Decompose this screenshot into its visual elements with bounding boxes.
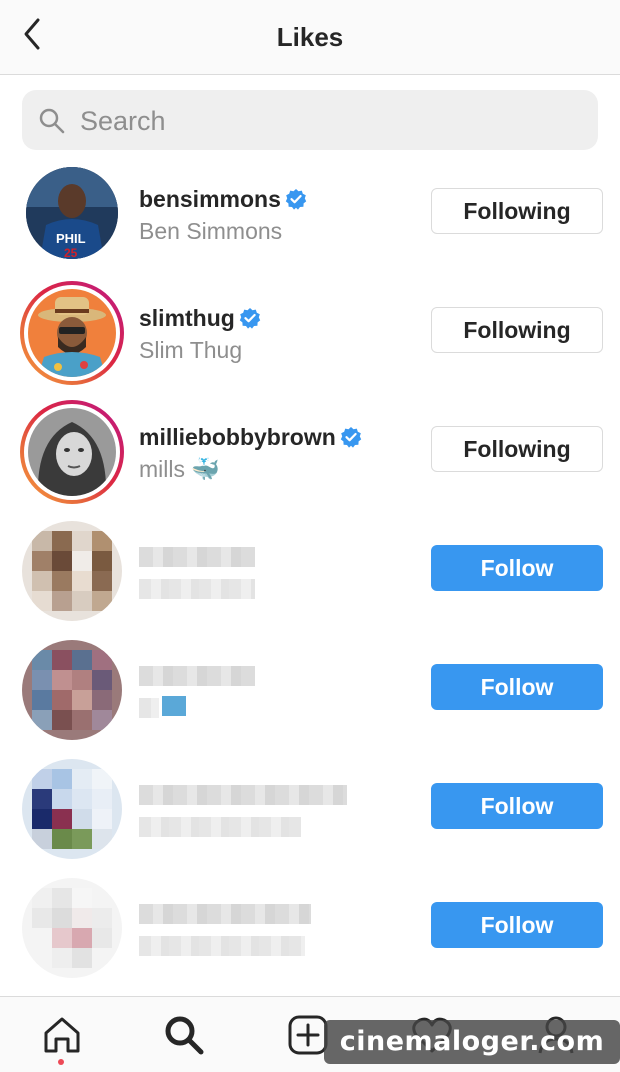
- username[interactable]: milliebobbybrown: [139, 424, 362, 451]
- search-input[interactable]: [78, 100, 582, 142]
- blurred-avatar[interactable]: [22, 878, 122, 978]
- avatar: [28, 408, 116, 496]
- avatar-story-ring[interactable]: [20, 400, 124, 504]
- username-text[interactable]: bensimmons: [139, 186, 281, 212]
- verified-badge-icon: [340, 427, 361, 448]
- search-bar[interactable]: [22, 90, 598, 150]
- avatar[interactable]: PHIL 25: [26, 167, 118, 259]
- blurred-avatar[interactable]: [22, 640, 122, 740]
- follow-button[interactable]: Follow: [431, 664, 603, 710]
- notification-dot: [58, 1059, 64, 1065]
- blurred-username: [139, 904, 311, 924]
- page-title: Likes: [276, 22, 344, 52]
- avatar: [28, 289, 116, 377]
- follow-button[interactable]: Follow: [431, 545, 603, 591]
- list-item[interactable]: Follow: [0, 507, 620, 626]
- verified-badge-icon: [239, 308, 261, 329]
- full-name: mills 🐳: [139, 456, 221, 482]
- username-text[interactable]: milliebobbybrown: [139, 424, 336, 450]
- blurred-full-name: [139, 579, 255, 599]
- blurred-full-name: [139, 936, 305, 956]
- svg-text:PHIL: PHIL: [56, 231, 86, 246]
- follow-button[interactable]: Follow: [431, 902, 603, 948]
- blurred-username: [139, 666, 255, 686]
- blurred-username: [139, 785, 347, 805]
- tab-search[interactable]: [160, 1011, 208, 1059]
- tab-home[interactable]: [38, 1011, 86, 1059]
- home-icon: [44, 1017, 80, 1053]
- blurred-avatar[interactable]: [22, 759, 122, 859]
- watermark-label: cinemaloger.com: [324, 1020, 620, 1064]
- list-item[interactable]: Follow: [0, 864, 620, 983]
- full-name: Ben Simmons: [139, 218, 283, 244]
- list-item[interactable]: Follow: [0, 745, 620, 864]
- svg-text:25: 25: [64, 246, 78, 259]
- following-button[interactable]: Following: [431, 307, 603, 353]
- blurred-emoji: [162, 696, 186, 716]
- list-item[interactable]: slimthug Slim Thug Following: [0, 269, 620, 388]
- follow-button[interactable]: Follow: [431, 783, 603, 829]
- search-icon: [39, 108, 65, 134]
- username[interactable]: bensimmons: [139, 186, 307, 213]
- blurred-full-name: [139, 817, 301, 837]
- username-text[interactable]: slimthug: [139, 305, 235, 331]
- following-button[interactable]: Following: [431, 188, 603, 234]
- blurred-username: [139, 547, 255, 567]
- search-icon: [165, 1016, 204, 1055]
- blurred-full-name: [139, 698, 159, 718]
- avatar-story-ring[interactable]: [20, 281, 124, 385]
- list-item[interactable]: Follow: [0, 626, 620, 745]
- username[interactable]: slimthug: [139, 305, 261, 332]
- following-button[interactable]: Following: [431, 426, 603, 472]
- blurred-avatar[interactable]: [22, 521, 122, 621]
- list-item[interactable]: PHIL 25 bensimmons Ben Simmons Following: [0, 150, 620, 269]
- full-name: Slim Thug: [139, 337, 243, 363]
- list-item[interactable]: milliebobbybrown mills 🐳 Following: [0, 388, 620, 507]
- top-navigation-bar: Likes: [0, 0, 620, 75]
- verified-badge-icon: [285, 189, 307, 210]
